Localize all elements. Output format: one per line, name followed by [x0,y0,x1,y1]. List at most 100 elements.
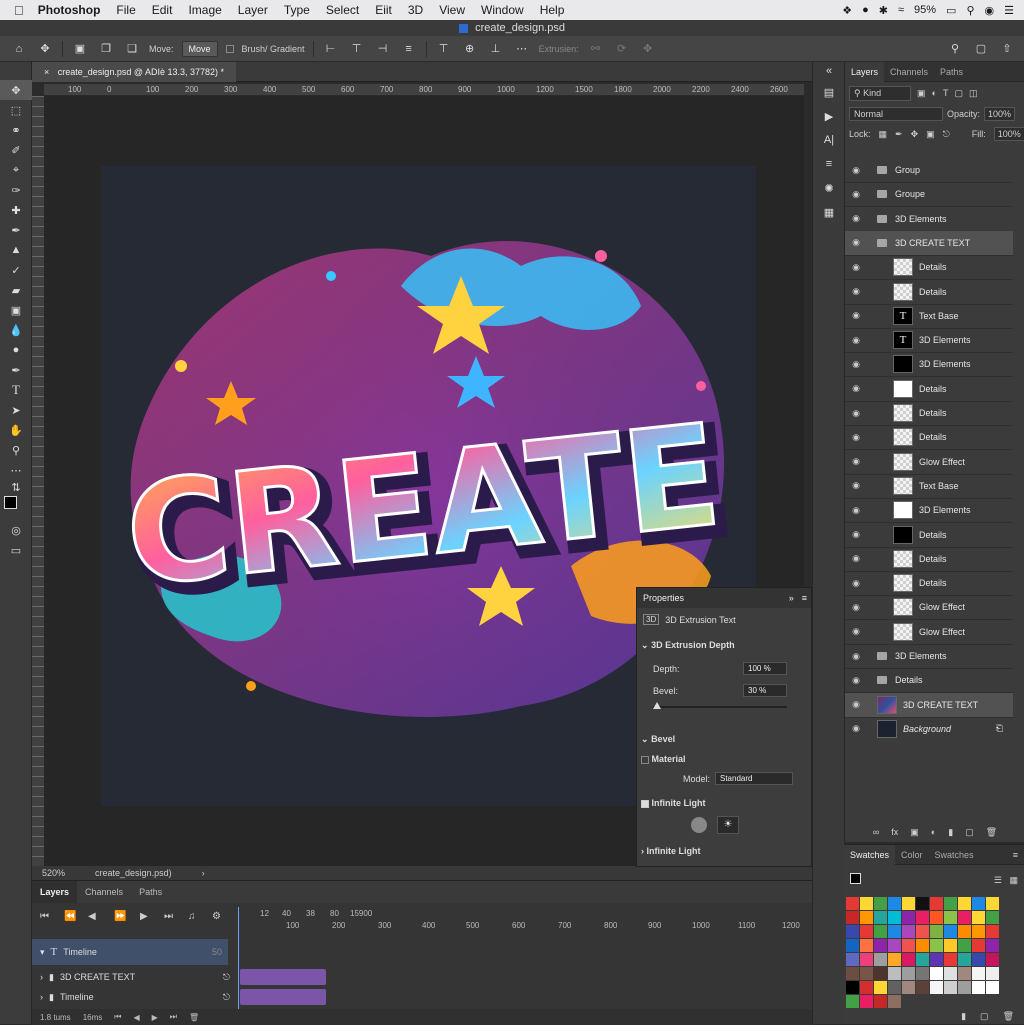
panel-menu-icon[interactable]: ≡ [802,593,807,603]
menu-view[interactable]: View [431,3,473,17]
layer-row[interactable]: ◉ T 3D Elements [845,328,1013,354]
swatch-fg-bg[interactable] [850,873,870,893]
tab-color[interactable]: Color [895,845,929,865]
color-swatch[interactable] [944,925,957,938]
menu-edit[interactable]: Edit [144,3,181,17]
trash-icon[interactable]: 🗑 [189,1013,199,1022]
color-swatch[interactable] [972,925,985,938]
home-icon[interactable]: ⌂ [10,40,28,58]
color-swatch[interactable] [888,897,901,910]
color-swatch[interactable] [860,967,873,980]
align-middle-icon[interactable]: ⊕ [461,40,479,58]
visibility-eye-icon[interactable]: ◉ [845,675,867,686]
slider-thumb[interactable] [653,702,661,709]
visibility-eye-icon[interactable]: ◉ [845,408,867,419]
tab-layers[interactable]: Layers [845,61,885,82]
last-frame-icon[interactable]: ⏭ [164,911,173,922]
tab-paths[interactable]: Paths [131,881,170,903]
lock-all-icon[interactable]: ⎋ [943,129,950,140]
visibility-eye-icon[interactable]: ◉ [845,602,867,613]
layer-row[interactable]: ◉ 3D CREATE TEXT [845,230,1013,256]
color-swatch[interactable] [846,925,859,938]
prev-frame-icon[interactable]: ◀ [133,1013,139,1022]
visibility-eye-icon[interactable]: ◉ [845,723,867,734]
first-frame-icon[interactable]: ⏮ [114,1012,121,1022]
move-select[interactable]: Move [181,40,218,57]
clone-stamp-icon[interactable]: ▲ [0,240,32,260]
screen-mode-icon[interactable]: ▭ [0,540,32,560]
layer-row[interactable]: ◉ Glow Effect [845,450,1013,475]
color-swatch[interactable] [986,967,999,980]
app-menu[interactable]: Photoshop [30,3,109,17]
filter-type-icon[interactable]: T [943,88,949,98]
visibility-eye-icon[interactable]: ◉ [845,286,867,297]
layer-row[interactable]: ◉ Background ⎗ [845,717,1013,740]
clip-3d-create-text[interactable] [240,969,326,985]
tab-paths[interactable]: Paths [934,62,969,82]
fill-input[interactable]: 100% [993,127,1024,141]
clip-timeline[interactable] [240,989,326,1005]
color-swatch[interactable] [860,925,873,938]
lock-paint-icon[interactable]: ✒ [895,129,903,140]
color-swatch[interactable] [888,967,901,980]
visibility-eye-icon[interactable]: ◉ [845,626,867,637]
color-swatch[interactable] [916,897,929,910]
trash-icon[interactable]: 🗑 [1003,1011,1014,1022]
fx-icon[interactable]: fx [891,827,898,837]
color-swatch[interactable] [860,953,873,966]
tab-swatches-2[interactable]: Swatches [929,845,980,865]
list-view-icon[interactable]: ☰ [994,875,1002,886]
lock-icon[interactable]: ⎋ [223,992,230,1003]
color-swatch[interactable] [930,953,943,966]
menu-layer[interactable]: Layer [230,3,276,17]
tab-channels[interactable]: Channels [884,62,934,82]
tab-channels[interactable]: Channels [77,881,131,903]
layer-row[interactable]: ◉ Details [845,401,1013,426]
color-swatch[interactable] [846,939,859,952]
color-swatch[interactable] [944,953,957,966]
swap-colors-icon[interactable]: ⇅ [0,480,32,494]
color-swatch[interactable] [986,925,999,938]
add-mask-icon[interactable]: ▣ [910,827,919,838]
type-tool-icon[interactable]: T [0,380,32,400]
color-swatch[interactable] [972,897,985,910]
new-selection-icon[interactable]: ▣ [71,40,89,58]
expand-icon[interactable]: › [40,972,43,982]
actions-icon[interactable]: ▶ [813,104,845,128]
layer-row[interactable]: ◉ T Text Base [845,304,1013,329]
brushes-icon[interactable]: ✺ [813,176,845,200]
layer-row[interactable]: ◉ Text Base [845,474,1013,499]
color-swatch[interactable] [860,981,873,994]
align-top-icon[interactable]: ⊤ [435,40,453,58]
menu-eiit[interactable]: Eiit [367,3,400,17]
close-tab-icon[interactable]: × [44,67,49,77]
color-swatch[interactable] [874,953,887,966]
color-swatch[interactable] [846,897,859,910]
layer-row[interactable]: ◉ 3D Elements [845,352,1013,378]
timeline-track-3d-create-text[interactable]: › ▮ 3D CREATE TEXT ⎋ [32,967,236,987]
go-first-frame-icon[interactable]: ⏮ [40,911,49,922]
color-swatch[interactable] [846,953,859,966]
color-swatch[interactable] [930,939,943,952]
timeline-track-header[interactable]: ▾ T Timeline 50 [32,939,228,965]
new-swatch-group-icon[interactable]: ▮ [961,1011,966,1022]
zoom-tool-icon[interactable]: ⚲ [0,440,32,460]
color-swatch[interactable] [846,967,859,980]
search-icon[interactable]: ⚲ [966,4,974,17]
visibility-eye-icon[interactable]: ◉ [845,237,867,248]
eraser-tool-icon[interactable]: ▰ [0,280,32,300]
color-swatch[interactable] [874,911,887,924]
layer-row[interactable]: ◉ Details [845,571,1013,597]
align-center-icon[interactable]: ⊤ [348,40,366,58]
layer-row[interactable]: ◉ Details [845,668,1013,694]
color-swatch[interactable] [930,897,943,910]
color-swatch[interactable] [958,939,971,952]
search-icon[interactable]: ⚲ [946,40,964,58]
color-swatch[interactable] [944,939,957,952]
eyedropper-tool-icon[interactable]: ✑ [0,180,32,200]
color-swatch[interactable] [986,953,999,966]
visibility-eye-icon[interactable]: ◉ [845,213,867,224]
brush-tool-icon[interactable]: ✒ [0,220,32,240]
layer-row[interactable]: ◉ Details [845,425,1013,451]
color-swatch[interactable] [874,925,887,938]
